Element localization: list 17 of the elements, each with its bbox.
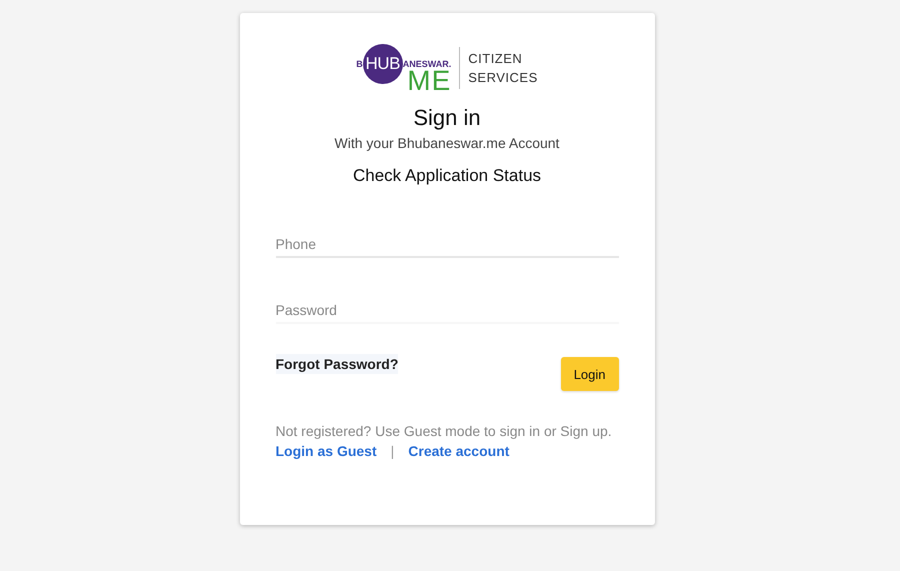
guest-login-link[interactable]: Login as Guest: [276, 443, 377, 459]
logo-tagline: CITIZEN: [468, 50, 524, 68]
logo-circle: HUB: [362, 44, 403, 84]
logo-letter: B: [356, 59, 363, 69]
login-button[interactable]: Login: [560, 357, 618, 391]
sign-in-title: Sign in: [412, 105, 482, 131]
create-account-link[interactable]: Create account: [408, 443, 510, 459]
registration-note: Not registered? Use Guest mode to sign in or Sign up.: [276, 422, 613, 441]
logo-mark: ME: [407, 70, 452, 92]
link-separator: |: [390, 443, 394, 459]
password-field[interactable]: Password: [276, 298, 618, 324]
forgot-password-link[interactable]: Forgot Password?: [276, 354, 398, 374]
subtitle: With your Bhubaneswar.me Account: [334, 135, 560, 151]
logo-tagline: SERVICES: [468, 69, 538, 87]
phone-field[interactable]: Phone: [276, 232, 618, 258]
logo-wordmark: ANESWAR.: [402, 59, 452, 69]
section-heading: Check Application Status: [352, 166, 542, 186]
